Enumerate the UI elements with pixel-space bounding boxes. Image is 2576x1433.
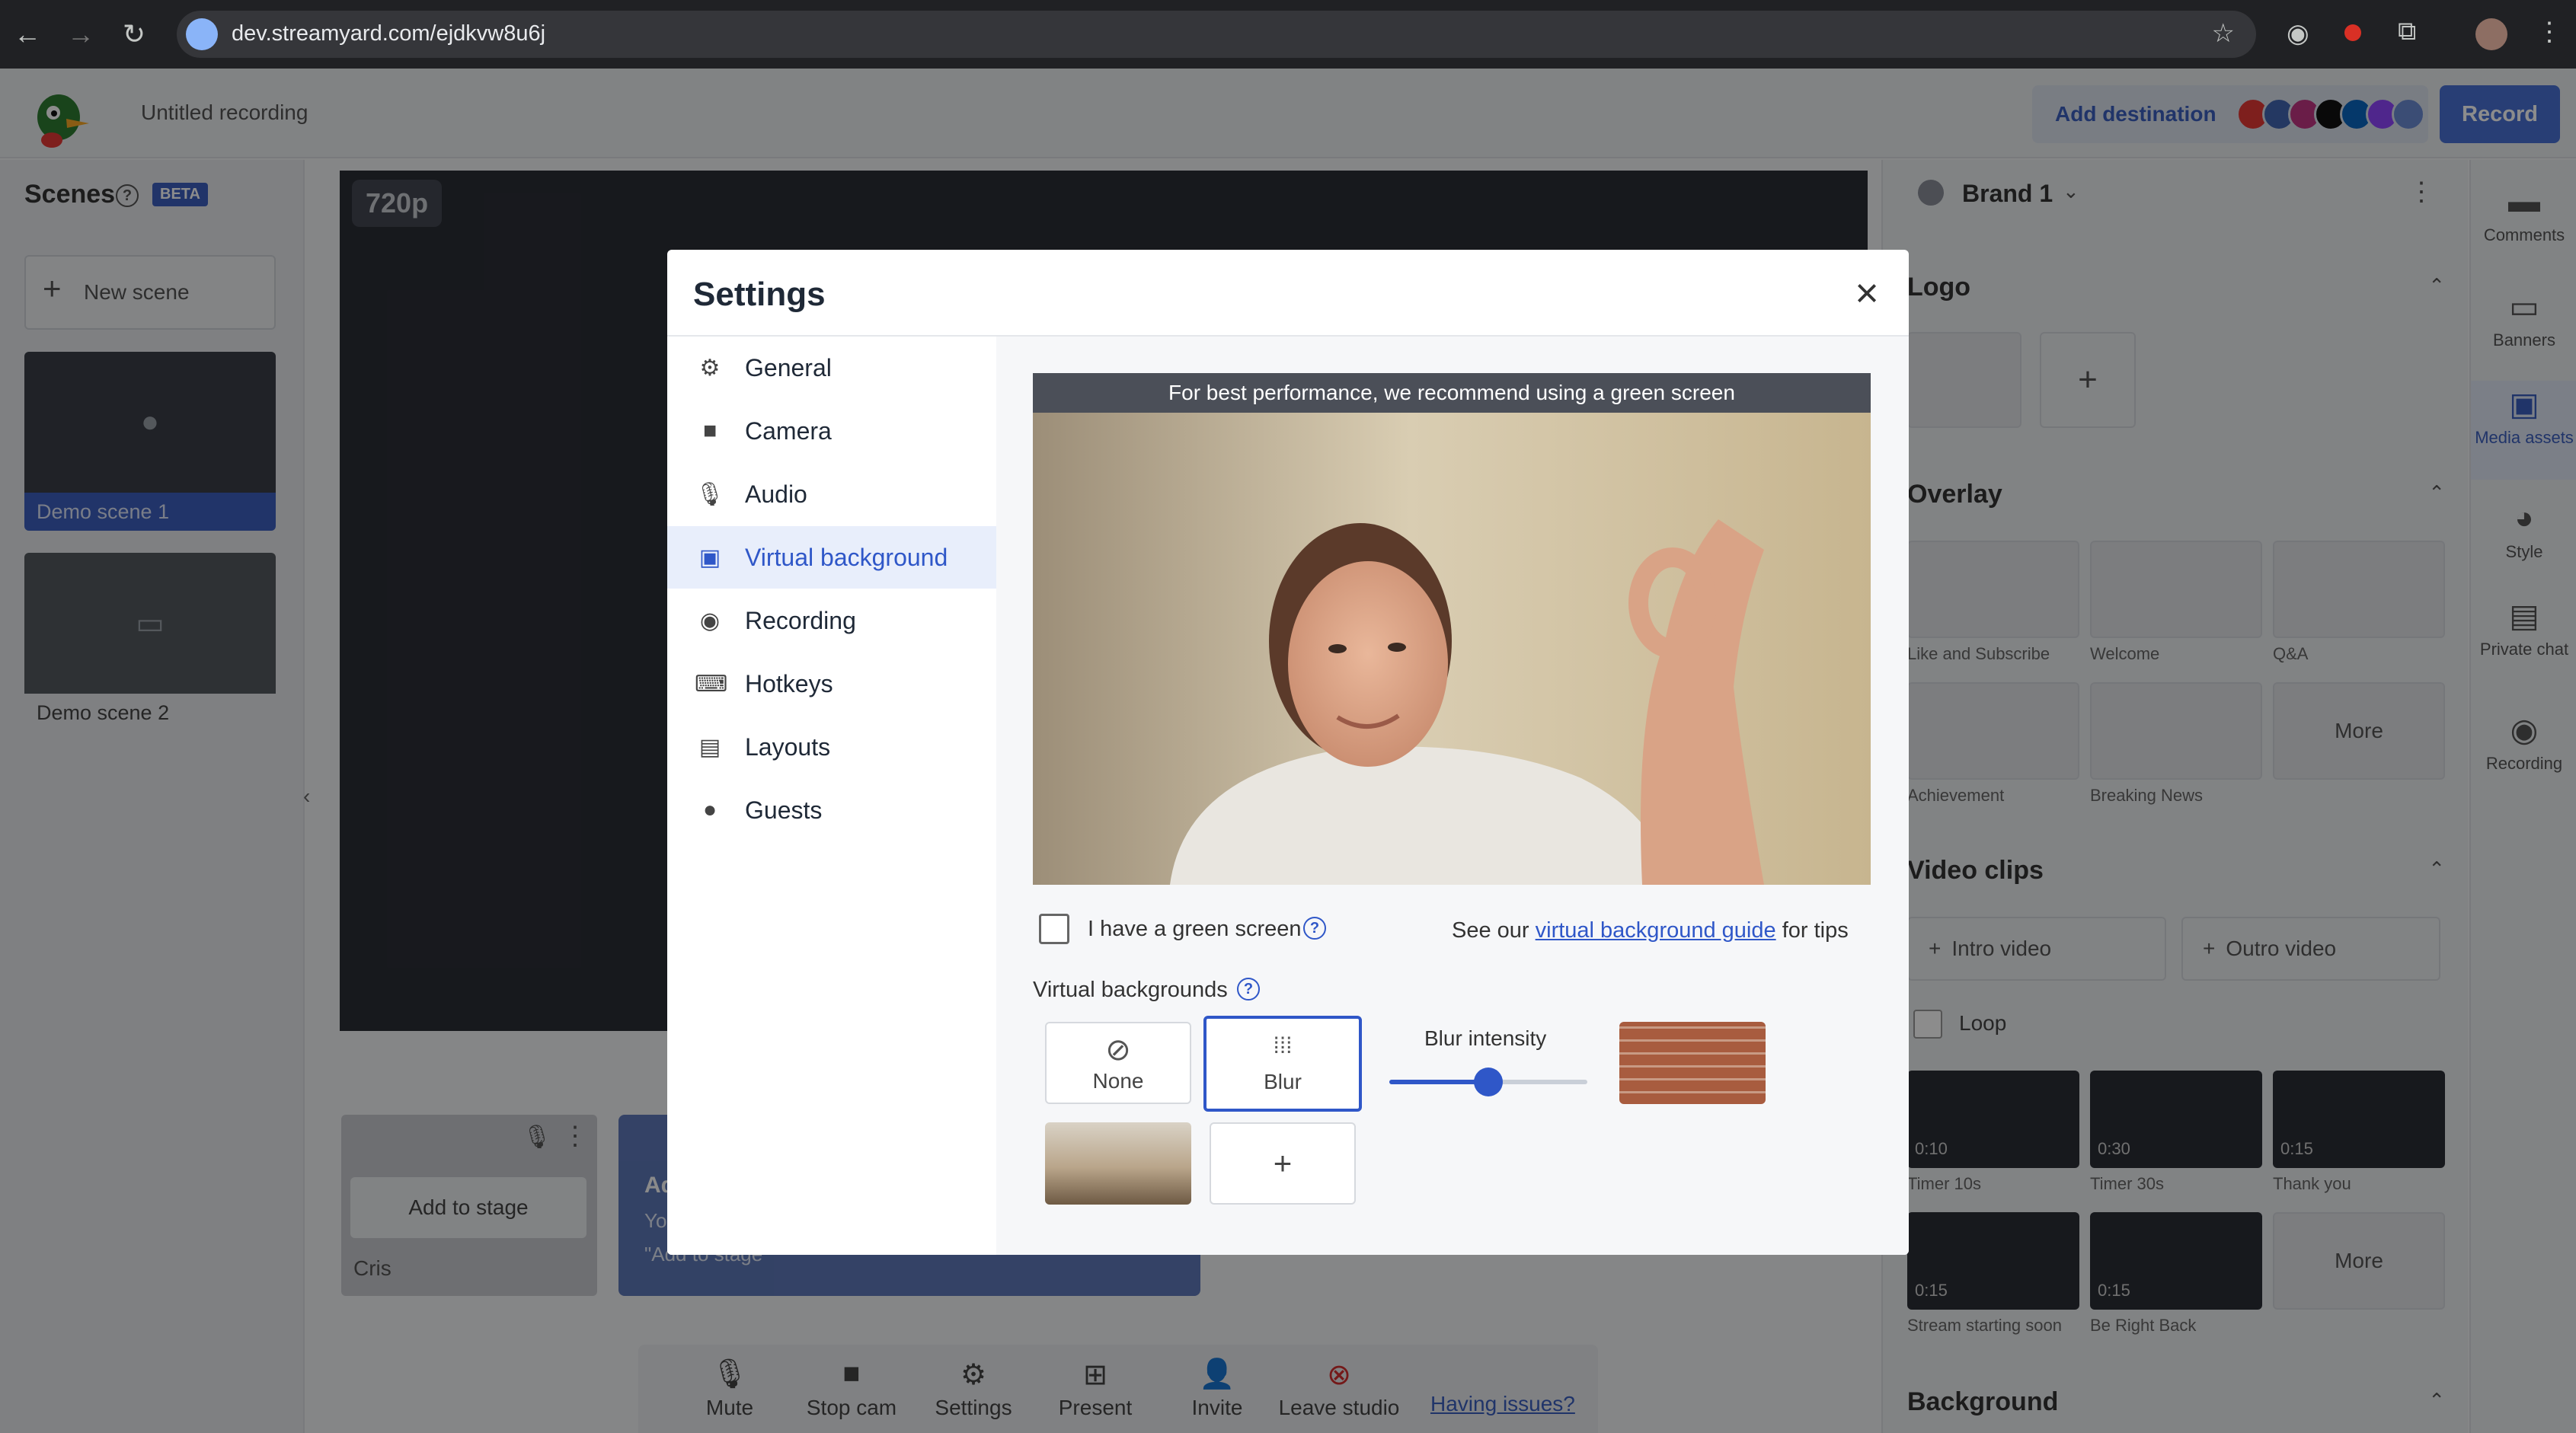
nav-guests[interactable]: ● Guests — [667, 779, 996, 841]
nav-label: Guests — [745, 796, 823, 824]
slider-handle[interactable] — [1474, 1068, 1503, 1096]
back-icon[interactable]: ← — [3, 10, 52, 59]
virtual-backgrounds-label: Virtual backgrounds — [1033, 978, 1228, 1002]
person-icon: ● — [702, 797, 718, 822]
plus-icon: + — [1273, 1145, 1293, 1181]
nav-label: Recording — [745, 606, 856, 634]
blur-intensity-label: Blur intensity — [1424, 1026, 1547, 1050]
nav-label: Audio — [745, 480, 807, 508]
nav-label: Camera — [745, 416, 832, 445]
green-screen-help-icon[interactable]: ? — [1303, 917, 1326, 940]
site-info-icon[interactable] — [186, 18, 218, 50]
virtual-background-guide-link[interactable]: virtual background guide — [1536, 918, 1776, 943]
reload-icon[interactable]: ↻ — [110, 10, 158, 59]
nav-layouts[interactable]: ▤ Layouts — [667, 716, 996, 778]
browser-toolbar: ← → ↻ dev.streamyard.com/ejdkvw8u6j ☆ ◉ … — [0, 0, 2576, 69]
settings-dialog: Settings × ⚙ General ■ Camera 🎙 Audio ▣ Virt… — [667, 250, 1909, 1255]
address-bar[interactable]: dev.streamyard.com/ejdkvw8u6j ☆ — [177, 11, 2256, 58]
profile-avatar[interactable] — [2475, 18, 2507, 50]
camera-preview-image — [1033, 413, 1871, 885]
vb-none-option[interactable]: ⊘ None — [1045, 1022, 1191, 1104]
vb-blur-label: Blur — [1264, 1070, 1302, 1093]
vb-none-label: None — [1092, 1069, 1144, 1093]
tips-suffix: for tips — [1782, 918, 1849, 943]
camera-icon: ■ — [702, 418, 718, 443]
tips-prefix: See our — [1452, 918, 1529, 943]
green-screen-checkbox[interactable] — [1039, 914, 1069, 944]
close-icon[interactable]: × — [1840, 266, 1894, 320]
nav-virtual-background[interactable]: ▣ Virtual background — [667, 526, 996, 589]
bookmark-star-icon[interactable]: ☆ — [2212, 18, 2235, 49]
camera-preview — [1033, 413, 1871, 885]
mic-icon: 🎙 — [695, 481, 725, 507]
layout-icon: ▤ — [698, 734, 721, 760]
settings-nav: ⚙ General ■ Camera 🎙 Audio ▣ Virtual backgro… — [667, 337, 996, 1255]
block-icon: ⊘ — [1105, 1033, 1131, 1067]
add-background-button[interactable]: + — [1210, 1122, 1356, 1205]
extension-red-icon[interactable] — [2344, 24, 2361, 41]
extension-icon[interactable]: ◉ — [2287, 18, 2309, 49]
puzzle-extensions-icon[interactable]: ⧉ — [2398, 17, 2416, 46]
nav-camera[interactable]: ■ Camera — [667, 400, 996, 462]
url-text: dev.streamyard.com/ejdkvw8u6j — [232, 21, 546, 46]
nav-audio[interactable]: 🎙 Audio — [667, 463, 996, 525]
blur-dots-icon: ⁞⁞⁞ — [1273, 1033, 1293, 1058]
nav-label: General — [745, 353, 832, 381]
vb-blur-option[interactable]: ⁞⁞⁞ Blur — [1203, 1016, 1362, 1112]
person-badge-icon: ▣ — [698, 544, 721, 570]
nav-label: Layouts — [745, 732, 831, 761]
nav-hotkeys[interactable]: ⌨ Hotkeys — [667, 653, 996, 715]
keyboard-icon: ⌨ — [695, 671, 728, 697]
virtual-backgrounds-help-icon[interactable]: ? — [1237, 978, 1260, 1001]
green-screen-label: I have a green screen — [1088, 917, 1302, 941]
brick-wall-background-option[interactable] — [1619, 1022, 1766, 1104]
browser-menu-icon[interactable]: ⋮ — [2536, 17, 2562, 47]
nav-label: Virtual background — [745, 543, 948, 571]
tips-text: See our virtual background guide for tip… — [1452, 918, 1849, 943]
gear-icon: ⚙ — [699, 355, 721, 381]
nav-label: Hotkeys — [745, 669, 833, 697]
dialog-title: Settings — [693, 276, 826, 313]
blur-intensity-slider[interactable] — [1389, 1068, 1587, 1096]
nav-recording[interactable]: ◉ Recording — [667, 589, 996, 652]
nav-general[interactable]: ⚙ General — [667, 337, 996, 399]
record-icon: ◉ — [699, 608, 721, 634]
forward-icon[interactable]: → — [56, 10, 105, 59]
green-screen-recommendation: For best performance, we recommend using… — [1033, 373, 1871, 413]
living-room-background-option[interactable] — [1045, 1122, 1191, 1205]
